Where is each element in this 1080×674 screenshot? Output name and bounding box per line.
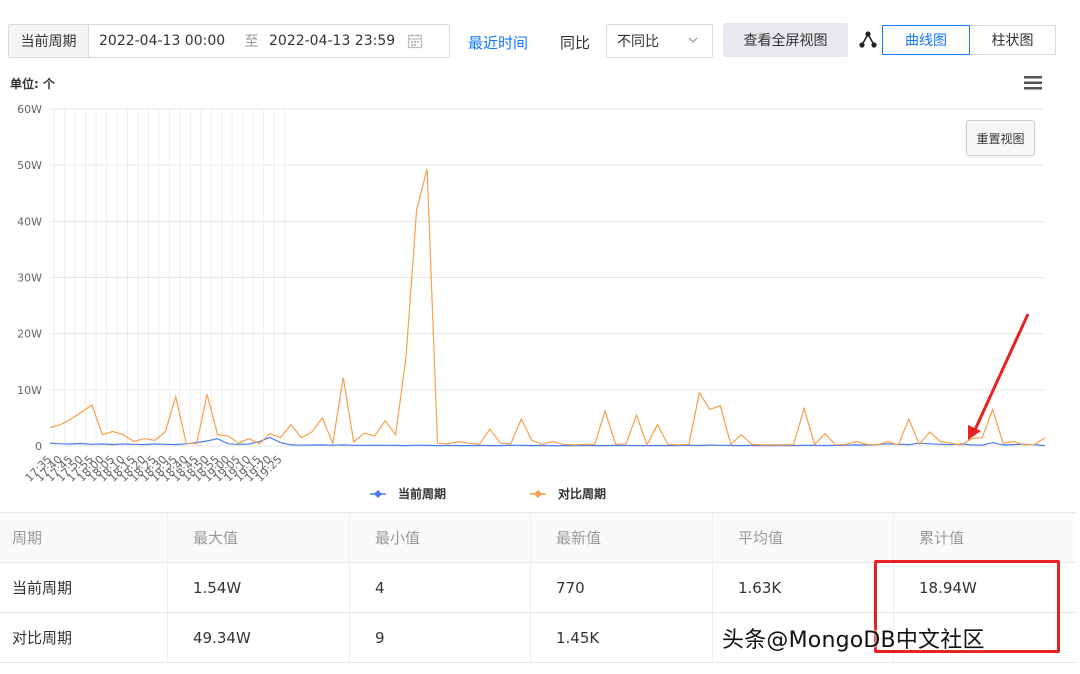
table-cell: 对比周期 — [0, 613, 168, 662]
legend-marker — [534, 490, 542, 498]
annotation-arrow — [972, 313, 1030, 433]
table-cell: 1.54W — [168, 563, 350, 612]
series-line-compare — [49, 168, 1046, 447]
table-header-cell: 平均值 — [713, 513, 894, 562]
table-cell: 770 — [531, 563, 713, 612]
calendar-icon[interactable] — [407, 33, 423, 49]
share-icon[interactable] — [858, 30, 878, 50]
table-cell: 49.34W — [168, 613, 350, 662]
watermark: 头条@MongoDB中文社区 — [722, 628, 985, 653]
bar-chart-button[interactable]: 柱状图 — [970, 25, 1056, 55]
table-header-cell: 周期 — [0, 513, 168, 562]
date-range-picker[interactable]: 当前周期 2022-04-13 00:00 至 2022-04-13 23:59 — [8, 24, 450, 58]
recent-time-link[interactable]: 最近时间 — [468, 32, 528, 53]
table-header-cell: 最大值 — [168, 513, 350, 562]
table-cell: 9 — [350, 613, 531, 662]
range-separator: 至 — [244, 34, 259, 50]
yoy-select[interactable]: 不同比 — [606, 24, 713, 58]
period-label: 当前周期 — [9, 25, 89, 57]
chevron-down-icon — [688, 37, 698, 43]
table-cell: 1.45K — [531, 613, 713, 662]
y-tick-label: 50W — [17, 159, 42, 172]
date-start-input[interactable]: 2022-04-13 00:00 — [99, 33, 234, 49]
y-tick-label: 40W — [17, 215, 42, 228]
y-tick-label: 60W — [17, 103, 42, 116]
table-cell: 4 — [350, 563, 531, 612]
y-tick-label: 0 — [35, 440, 42, 453]
reset-view-button[interactable]: 重置视图 — [966, 120, 1035, 156]
table-header-cell: 最小值 — [350, 513, 531, 562]
table-header-cell: 最新值 — [531, 513, 713, 562]
y-tick-label: 20W — [17, 328, 42, 341]
toolbar: 当前周期 2022-04-13 00:00 至 2022-04-13 23:59… — [0, 0, 1080, 82]
table-header-cell: 累计值 — [919, 529, 965, 547]
menu-icon[interactable] — [1023, 75, 1043, 91]
y-tick-label: 10W — [17, 384, 42, 397]
y-tick-label: 30W — [17, 272, 42, 285]
curve-chart-button[interactable]: 曲线图 — [882, 25, 970, 55]
yoy-label: 同比 — [560, 34, 591, 52]
fullscreen-button[interactable]: 查看全屏视图 — [723, 23, 848, 57]
date-end-input[interactable]: 2022-04-13 23:59 — [269, 33, 397, 49]
legend-label: 对比周期 — [558, 486, 606, 501]
table-cell: 当前周期 — [0, 563, 168, 612]
line-chart: 010W20W30W40W50W60W17:3517:4017:4517:501… — [17, 103, 1046, 501]
table-header-row: 周期 最大值 最小值 最新值 平均值 累计值 — [0, 513, 1076, 563]
legend-marker — [374, 490, 382, 498]
yoy-select-value: 不同比 — [617, 34, 659, 50]
legend-label: 当前周期 — [398, 486, 446, 501]
unit-label: 单位: 个 — [10, 77, 55, 91]
table-cell: 1.63K — [713, 563, 894, 612]
